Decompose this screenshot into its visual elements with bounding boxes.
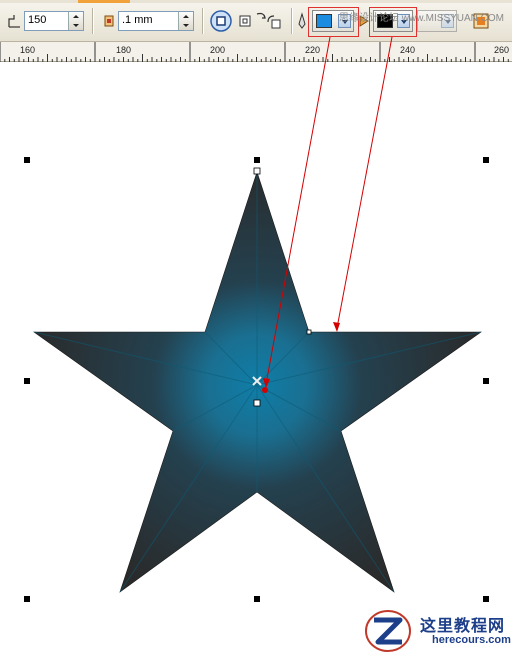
center-node[interactable] <box>253 399 261 407</box>
star-inner-node[interactable] <box>306 329 312 335</box>
site-logo-icon <box>365 610 411 652</box>
selection-handle-top-right[interactable] <box>483 157 489 163</box>
selection-handle-bottom-right[interactable] <box>483 596 489 602</box>
site-logo-url: herecours.com <box>432 634 511 646</box>
selection-handle-bottom-left[interactable] <box>24 596 30 602</box>
drawing-canvas[interactable] <box>0 0 512 654</box>
selection-handle-middle-right[interactable] <box>483 378 489 384</box>
annotation-dot <box>262 387 268 393</box>
star-top-node[interactable] <box>253 167 261 175</box>
selection-handle-bottom-center[interactable] <box>254 596 260 602</box>
selection-handle-top-left[interactable] <box>24 157 30 163</box>
selection-handle-middle-left[interactable] <box>24 378 30 384</box>
selection-handle-top-center[interactable] <box>254 157 260 163</box>
site-logo-title: 这里教程网 <box>420 616 506 635</box>
annotation-arrowhead <box>333 322 340 332</box>
